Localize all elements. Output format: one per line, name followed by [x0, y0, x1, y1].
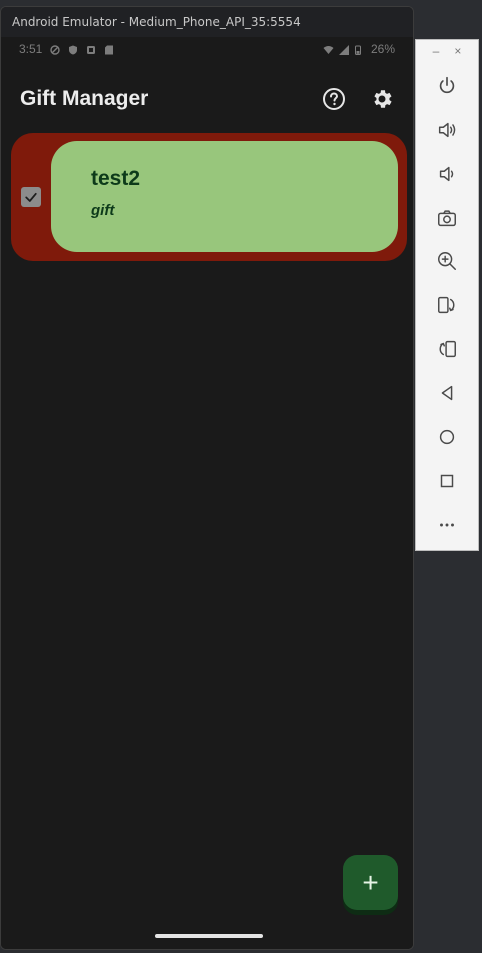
rotate-left-button[interactable]	[432, 290, 462, 320]
no-disturb-icon	[50, 44, 61, 55]
back-icon	[441, 385, 453, 401]
battery-icon	[354, 44, 365, 55]
emulator-title: Android Emulator - Medium_Phone_API_35:5…	[12, 15, 301, 29]
sim-card-icon	[104, 44, 114, 55]
emulator-window: Android Emulator - Medium_Phone_API_35:5…	[0, 6, 414, 950]
volume-up-button[interactable]	[432, 115, 462, 145]
zoom-button[interactable]	[432, 246, 462, 276]
app-bar: Gift Manager	[1, 77, 413, 121]
home-indicator[interactable]	[155, 934, 263, 938]
rotate-right-button[interactable]	[432, 334, 462, 364]
gift-subtitle: gift	[91, 202, 115, 219]
gift-title: test2	[91, 167, 141, 190]
screenshot-button[interactable]	[432, 203, 462, 233]
overview-button[interactable]	[432, 466, 462, 496]
camera-icon	[438, 210, 456, 227]
plus-icon: +	[362, 866, 379, 898]
volume-up-icon	[438, 122, 456, 138]
gift-card[interactable]: test2 gift	[11, 133, 407, 261]
rotate-left-icon	[438, 296, 455, 314]
settings-button[interactable]	[367, 84, 397, 114]
power-button[interactable]	[432, 71, 462, 101]
overview-icon	[440, 474, 454, 488]
volume-down-icon	[439, 166, 454, 182]
status-time: 3:51	[19, 42, 43, 56]
emulator-toolbar: – ×	[415, 39, 479, 551]
gear-icon	[374, 90, 392, 108]
volume-down-button[interactable]	[432, 159, 462, 189]
app-title: Gift Manager	[20, 87, 149, 110]
signal-icon	[338, 44, 349, 55]
rotate-right-icon	[439, 340, 456, 358]
battery-percent: 26%	[370, 42, 395, 56]
power-icon	[439, 76, 455, 94]
notification-icon	[86, 44, 96, 54]
checkmark-icon	[25, 192, 37, 202]
home-button[interactable]	[432, 422, 462, 452]
gift-card-content[interactable]: test2 gift	[51, 141, 398, 252]
more-button[interactable]	[432, 510, 462, 540]
add-gift-button[interactable]: +	[343, 855, 398, 910]
wifi-icon	[323, 44, 334, 54]
minimize-icon[interactable]: –	[433, 44, 440, 60]
home-icon	[439, 429, 455, 445]
shield-icon	[68, 44, 78, 55]
phone-screen: 3:51 26% Gift Manager test2 gift +	[1, 37, 413, 949]
gift-checkbox[interactable]	[21, 187, 41, 207]
back-button[interactable]	[432, 378, 462, 408]
help-button[interactable]	[319, 84, 349, 114]
close-icon[interactable]: ×	[454, 44, 461, 60]
status-bar: 3:51 26%	[1, 37, 413, 61]
more-icon	[440, 523, 454, 527]
zoom-in-icon	[438, 252, 456, 270]
help-circle-icon	[323, 88, 345, 110]
emulator-titlebar: Android Emulator - Medium_Phone_API_35:5…	[1, 7, 413, 37]
